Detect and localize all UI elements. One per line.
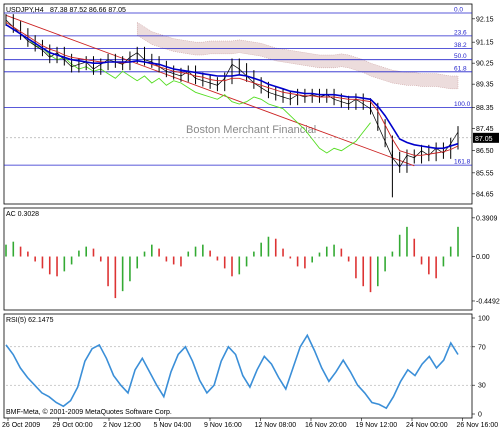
ac-plot [5,226,459,299]
x-tick-label: 2 Nov 12:00 [103,422,141,429]
main-y-tick-label: 87.45 [476,126,494,133]
rsi-plot [5,333,472,410]
fibo-label: 0.0 [454,7,463,14]
x-tick-label: 5 Nov 04:00 [154,422,192,429]
rsi-title: RSI(5) 62.1475 [6,317,54,324]
ac-y-tick-label: 0.00 [476,254,490,261]
rsi-y-tick-label: 70 [478,344,486,351]
x-tick-label: 9 Nov 16:00 [204,422,242,429]
watermark: Boston Merchant Financial [186,124,316,136]
main-y-tick-label: 91.15 [476,40,494,47]
current-price-label: 87.05 [475,136,493,143]
main-y-tick-label: 92.15 [476,16,494,23]
ichimoku-cloud [136,21,459,90]
x-tick-label: 19 Nov 12:00 [356,422,398,429]
main-y-tick-label: 85.55 [476,170,494,177]
fibo-label: 100.0 [454,101,471,108]
x-tick-label: 29 Oct 00:00 [53,422,93,429]
main-y-tick-label: 89.35 [476,82,494,89]
chart-svg: USDJPY,H4 87.38 87.52 86.66 87.05 Boston… [2,3,500,429]
x-tick-label: 24 Nov 00:00 [406,422,448,429]
x-tick-label: 16 Nov 20:00 [305,422,347,429]
ac-y-tick-label: 0.3909 [476,215,498,222]
main-plot: 0.0 23.6 38.2 50.0 61.8 100.0 161.8 [4,7,472,198]
rsi-panel-frame [3,313,473,419]
x-tick-label: 12 Nov 08:00 [255,422,297,429]
rsi-line [5,333,459,410]
fibo-label: 50.0 [454,53,467,60]
x-tick-label: 26 Nov 16:00 [457,422,499,429]
fibo-label: 61.8 [454,65,467,72]
copyright-text: BMF-Meta, © 2001-2009 MetaQuotes Softwar… [6,408,172,416]
ac-panel-frame [3,207,473,311]
main-y-tick-label: 88.35 [476,105,494,112]
x-tick-label: 26 Oct 2009 [2,422,40,429]
chart-window: USDJPY,H4 87.38 87.52 86.66 87.05 Boston… [0,0,500,429]
ac-title: AC 0.3028 [6,211,39,218]
fibo-label: 38.2 [454,42,467,49]
main-y-tick-label: 90.25 [476,61,494,68]
main-y-tick-label: 86.50 [476,148,494,155]
ac-y-tick-label: -0.4492 [476,298,500,305]
rsi-y-tick-label: 30 [478,383,486,390]
rsi-y-tick-label: 0 [478,412,482,419]
fibo-label: 161.8 [454,159,471,166]
fibo-label: 23.6 [454,29,467,36]
rsi-y-tick-label: 100 [478,316,490,323]
main-y-tick-label: 84.65 [476,191,494,198]
